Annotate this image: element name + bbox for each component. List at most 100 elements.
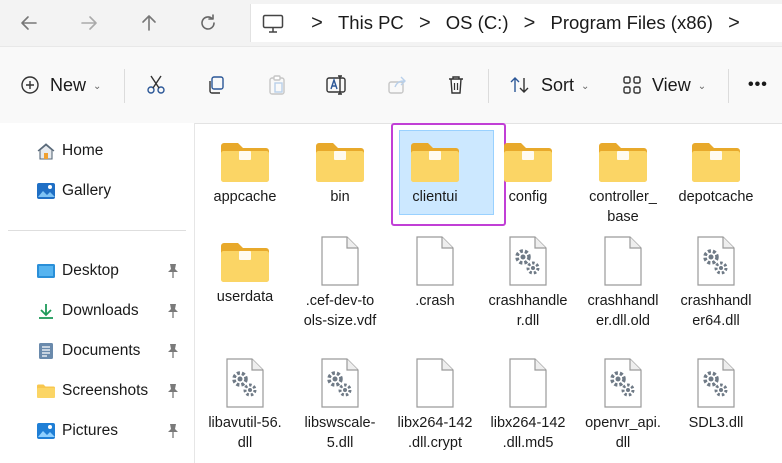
delete-button[interactable] (445, 47, 467, 123)
pin-icon[interactable] (166, 343, 180, 359)
view-button[interactable]: View ⌄ (622, 47, 706, 123)
folder-icon (316, 143, 364, 182)
file-item-label: .crash (415, 293, 455, 309)
file-item-icon (666, 235, 766, 293)
sidebar-item-downloads[interactable]: Downloads (36, 297, 186, 325)
file-item[interactable]: userdata (195, 235, 295, 325)
breadcrumb-separator[interactable]: > (296, 12, 338, 35)
file-item[interactable]: .crash (385, 235, 485, 325)
folder-icon (504, 143, 552, 182)
sidebar-item-label: Downloads (62, 302, 139, 319)
file-item-icon (573, 235, 673, 293)
address-bar-region: > This PC > OS (C:) > Program Files (x86… (0, 0, 782, 46)
file-item[interactable]: SDL3.dll (666, 357, 766, 447)
pin-icon[interactable] (166, 263, 180, 279)
pin-icon[interactable] (166, 303, 180, 319)
file-item[interactable]: libswscale- 5.dll (290, 357, 390, 451)
sidebar-divider (8, 230, 186, 231)
monitor-icon[interactable] (262, 14, 284, 34)
file-item[interactable]: crashhandle r.dll (478, 235, 578, 329)
file-icon (509, 358, 547, 408)
sort-button[interactable]: Sort ⌄ (509, 47, 589, 123)
folder-icon (411, 143, 459, 182)
file-item-label: config (508, 189, 548, 205)
more-options-button[interactable]: ••• (748, 47, 768, 123)
file-item-label: er.dll.old (595, 313, 650, 329)
sidebar-item-documents[interactable]: Documents (36, 337, 186, 365)
breadcrumb-separator[interactable]: > (713, 12, 755, 35)
back-button[interactable] (14, 8, 44, 38)
file-item[interactable]: openvr_api. dll (573, 357, 673, 451)
file-item[interactable]: crashhandl er64.dll (666, 235, 766, 329)
file-item-label: .dll.crypt (408, 435, 462, 451)
breadcrumb: > This PC > OS (C:) > Program Files (x86… (262, 0, 755, 46)
file-item-label: depotcache (678, 189, 754, 205)
breadcrumb-this-pc[interactable]: This PC (338, 12, 404, 34)
sidebar-item-label: Pictures (62, 422, 118, 439)
file-item[interactable]: crashhandl er.dll.old (573, 235, 673, 329)
file-item-label: bin (330, 189, 350, 205)
sort-icon (510, 77, 529, 93)
breadcrumb-os-c[interactable]: OS (C:) (446, 12, 509, 34)
file-item[interactable]: libx264-142 .dll.md5 (478, 357, 578, 451)
file-item[interactable]: appcache (195, 135, 295, 225)
file-item-label: .cef-dev-to (305, 293, 375, 309)
forward-button[interactable] (74, 8, 104, 38)
file-item[interactable]: clientui (385, 135, 485, 225)
file-item[interactable]: depotcache (666, 135, 766, 225)
folder-icon (692, 143, 740, 182)
sidebar-item-label: Documents (62, 342, 141, 359)
refresh-button[interactable] (193, 8, 223, 38)
sidebar-item-home[interactable]: Home (36, 137, 186, 165)
documents-icon (39, 343, 53, 359)
up-button[interactable] (134, 8, 164, 38)
file-item-icon (195, 357, 295, 415)
file-item[interactable]: .cef-dev-to ols-size.vdf (290, 235, 390, 329)
file-item-icon (478, 235, 578, 293)
breadcrumb-program-files-x86[interactable]: Program Files (x86) (551, 12, 713, 34)
toolbar-divider (124, 69, 125, 103)
file-item-label: r.dll (516, 313, 540, 329)
file-item-icon (290, 357, 390, 415)
command-bar: New ⌄ Sort ⌄ View ⌄ ••• (0, 46, 782, 124)
trash-icon (449, 76, 463, 94)
file-icon (416, 236, 454, 286)
file-item-icon (290, 235, 390, 293)
file-item-label: crashhandle (488, 293, 568, 309)
rename-button[interactable] (325, 47, 349, 123)
home-icon (37, 143, 55, 160)
file-item-label: libx264-142 (397, 415, 473, 431)
clipboard-icon (269, 75, 285, 95)
breadcrumb-separator[interactable]: > (509, 12, 551, 35)
dll-gear-icon (697, 236, 735, 286)
file-item-label: libx264-142 (490, 415, 566, 431)
pin-icon[interactable] (166, 383, 180, 399)
view-button-label: View (652, 74, 691, 95)
dll-gear-icon (226, 358, 264, 408)
file-item[interactable]: controller_ base (573, 135, 673, 225)
chevron-down-icon: ⌄ (93, 80, 102, 92)
pin-icon[interactable] (166, 423, 180, 439)
file-item[interactable]: bin (290, 135, 390, 225)
file-item-label: openvr_api. (585, 415, 661, 431)
file-item[interactable]: config (478, 135, 578, 225)
new-button[interactable]: New ⌄ (20, 47, 101, 123)
dll-gear-icon (604, 358, 642, 408)
cut-button[interactable] (145, 47, 167, 123)
share-button[interactable] (386, 47, 408, 123)
file-item-icon (573, 357, 673, 415)
file-item-label: ols-size.vdf (303, 313, 377, 329)
breadcrumb-separator[interactable]: > (404, 12, 446, 35)
file-item[interactable]: libavutil-56. dll (195, 357, 295, 451)
copy-button[interactable] (205, 47, 227, 123)
new-button-label: New (50, 74, 87, 95)
sidebar-item-pictures[interactable]: Pictures (36, 417, 186, 445)
sidebar-item-desktop[interactable]: Desktop (36, 257, 186, 285)
file-item-label: appcache (213, 189, 277, 205)
paste-button[interactable] (266, 47, 288, 123)
sidebar-item-screenshots[interactable]: Screenshots (36, 377, 186, 405)
sidebar-item-label: Gallery (62, 182, 112, 199)
file-item[interactable]: libx264-142 .dll.crypt (385, 357, 485, 451)
sidebar-item-gallery[interactable]: Gallery (36, 177, 186, 205)
file-item-label: SDL3.dll (688, 415, 744, 431)
